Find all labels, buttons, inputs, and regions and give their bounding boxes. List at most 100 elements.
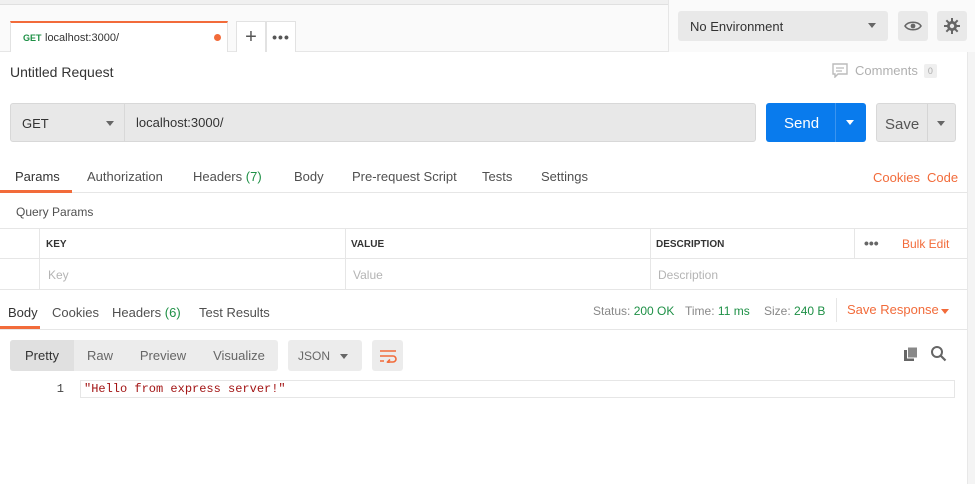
eye-icon bbox=[904, 21, 922, 31]
environment-select[interactable]: No Environment bbox=[678, 11, 888, 41]
status-indicator: Status: 200 OK bbox=[593, 304, 674, 318]
comment-icon bbox=[832, 63, 848, 78]
chevron-down-icon bbox=[340, 354, 348, 359]
response-tab-body-label: Body bbox=[8, 305, 38, 320]
method-select-value: GET bbox=[22, 116, 49, 131]
tab-params[interactable]: Params bbox=[15, 169, 60, 184]
tab-settings[interactable]: Settings bbox=[541, 169, 588, 184]
comments-button[interactable]: Comments 0 bbox=[832, 63, 937, 78]
gear-icon bbox=[944, 18, 960, 34]
url-input[interactable] bbox=[124, 103, 756, 142]
view-mode-raw[interactable]: Raw bbox=[74, 340, 126, 371]
active-tab-indicator bbox=[0, 190, 72, 193]
save-response-button[interactable]: Save Response bbox=[847, 302, 939, 317]
column-header-description: DESCRIPTION bbox=[656, 239, 725, 250]
time-label: Time: bbox=[685, 304, 715, 318]
status-value: 200 OK bbox=[633, 304, 675, 318]
column-header-value: VALUE bbox=[351, 239, 385, 250]
table-row-divider bbox=[0, 258, 967, 259]
query-params-table: KEY VALUE DESCRIPTION ••• Bulk Edit Key … bbox=[0, 228, 967, 290]
response-body-text[interactable]: "Hello from express server!" bbox=[84, 382, 286, 396]
response-tab-test-results[interactable]: Test Results bbox=[199, 305, 270, 320]
param-value-input[interactable]: Value bbox=[353, 268, 383, 282]
response-tab-headers-count: (6) bbox=[164, 305, 181, 320]
tab-headers-label: Headers bbox=[193, 169, 243, 184]
tab-settings-label: Settings bbox=[541, 169, 588, 184]
save-options-chevron-icon[interactable] bbox=[937, 121, 945, 126]
new-tab-button[interactable]: + bbox=[236, 21, 266, 52]
save-divider bbox=[927, 104, 928, 141]
unsaved-changes-dot bbox=[214, 34, 221, 41]
bulk-edit-link[interactable]: Bulk Edit bbox=[902, 237, 949, 251]
code-link[interactable]: Code bbox=[927, 170, 958, 185]
active-response-tab-indicator bbox=[0, 326, 40, 329]
column-header-key: KEY bbox=[46, 239, 67, 250]
size-label: Size: bbox=[764, 304, 791, 318]
response-tab-cookies[interactable]: Cookies bbox=[52, 305, 99, 320]
send-options-chevron-icon[interactable] bbox=[846, 120, 854, 125]
response-tab-test-results-label: Test Results bbox=[199, 305, 270, 320]
line-number: 1 bbox=[56, 382, 64, 396]
comments-count: 0 bbox=[923, 63, 937, 78]
table-column-divider bbox=[39, 229, 40, 289]
table-column-divider bbox=[345, 229, 346, 289]
language-select[interactable]: JSON bbox=[288, 340, 362, 371]
query-params-title: Query Params bbox=[16, 205, 94, 219]
chevron-down-icon bbox=[106, 121, 114, 126]
more-horizontal-icon: ••• bbox=[272, 29, 290, 45]
method-select[interactable]: GET bbox=[10, 103, 125, 142]
status-divider bbox=[836, 298, 837, 322]
save-label: Save bbox=[885, 116, 920, 133]
status-label: Status: bbox=[593, 304, 631, 318]
comments-label: Comments bbox=[855, 63, 918, 78]
plus-icon: + bbox=[245, 25, 257, 48]
response-tab-cookies-label: Cookies bbox=[52, 305, 99, 320]
tab-headers-count: (7) bbox=[245, 169, 262, 184]
environment-settings-button[interactable] bbox=[937, 11, 967, 41]
scrollbar[interactable] bbox=[967, 52, 975, 484]
send-divider bbox=[835, 103, 836, 142]
wrap-lines-icon bbox=[379, 349, 397, 363]
table-column-divider bbox=[854, 229, 855, 259]
response-tab-body[interactable]: Body bbox=[8, 305, 38, 320]
response-tab-headers[interactable]: Headers (6) bbox=[112, 305, 181, 320]
response-tab-headers-label: Headers bbox=[112, 305, 162, 320]
request-tab-url: localhost:3000/ bbox=[45, 32, 119, 44]
view-mode-pretty[interactable]: Pretty bbox=[10, 340, 74, 371]
save-button[interactable]: Save bbox=[876, 103, 956, 142]
tab-authorization[interactable]: Authorization bbox=[87, 169, 163, 184]
time-indicator: Time: 11 ms bbox=[685, 304, 750, 318]
tab-body[interactable]: Body bbox=[294, 169, 324, 184]
view-mode-preview[interactable]: Preview bbox=[126, 340, 200, 371]
param-key-input[interactable]: Key bbox=[48, 268, 69, 282]
size-value: 240 B bbox=[794, 304, 826, 318]
tab-tests[interactable]: Tests bbox=[482, 169, 512, 184]
tab-pre-request-script[interactable]: Pre-request Script bbox=[352, 169, 457, 184]
chevron-down-icon bbox=[868, 23, 876, 28]
request-tab-method: GET bbox=[23, 33, 42, 43]
request-tab[interactable]: GET localhost:3000/ bbox=[10, 21, 228, 52]
send-button[interactable]: Send bbox=[766, 103, 866, 142]
request-tabs-divider bbox=[0, 192, 975, 193]
param-description-input[interactable]: Description bbox=[658, 268, 718, 282]
size-indicator: Size: 240 B bbox=[764, 304, 825, 318]
column-options-icon[interactable]: ••• bbox=[864, 235, 879, 251]
time-value: 11 ms bbox=[717, 304, 750, 318]
tab-options-button[interactable]: ••• bbox=[266, 21, 296, 52]
tab-pre-request-script-label: Pre-request Script bbox=[352, 169, 457, 184]
tab-params-label: Params bbox=[15, 169, 60, 184]
send-label: Send bbox=[784, 115, 820, 132]
copy-icon[interactable] bbox=[903, 346, 919, 362]
search-icon[interactable] bbox=[930, 345, 947, 362]
cookies-link[interactable]: Cookies bbox=[873, 170, 920, 185]
table-column-divider bbox=[650, 229, 651, 289]
environment-quick-look-button[interactable] bbox=[898, 11, 928, 41]
language-select-value: JSON bbox=[298, 349, 331, 363]
view-mode-visualize[interactable]: Visualize bbox=[200, 340, 278, 371]
response-tabs-divider bbox=[0, 329, 975, 330]
wrap-lines-button[interactable] bbox=[372, 340, 403, 371]
tab-tests-label: Tests bbox=[482, 169, 513, 184]
chevron-down-icon[interactable] bbox=[941, 309, 949, 314]
tab-headers[interactable]: Headers (7) bbox=[193, 169, 262, 184]
request-title[interactable]: Untitled Request bbox=[10, 64, 114, 80]
